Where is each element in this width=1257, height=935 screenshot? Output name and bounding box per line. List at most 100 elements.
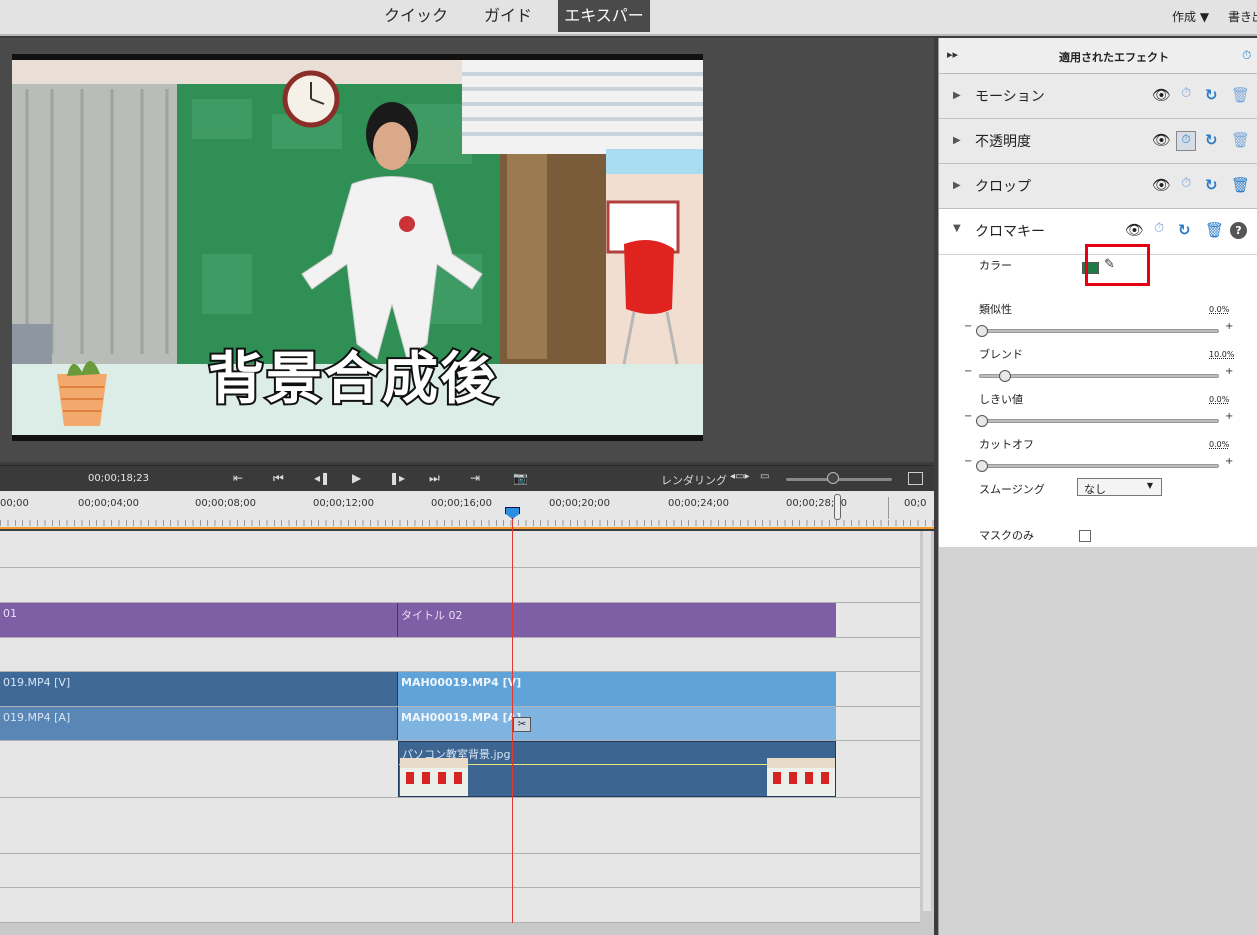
visibility-eye-icon[interactable]: 👁 bbox=[1152, 131, 1171, 149]
effect-name: クロップ bbox=[975, 179, 1031, 195]
trash-icon[interactable]: 🗑 bbox=[1231, 86, 1250, 104]
step-forward-icon[interactable]: ❚▸ bbox=[389, 471, 405, 485]
stopwatch-icon[interactable]: ⏱ bbox=[1154, 221, 1164, 236]
mask-only-label: マスクのみ bbox=[979, 529, 1034, 542]
expand-triangle-icon[interactable]: ▶ bbox=[953, 135, 961, 146]
effect-row-crop[interactable]: ▶ クロップ 👁 ⏱ ↻ 🗑 bbox=[939, 164, 1257, 209]
collapse-panel-icon[interactable]: ▸▸ bbox=[947, 48, 958, 61]
video-clip-left[interactable]: 019.MP4 [V] bbox=[0, 672, 398, 706]
similarity-slider-knob[interactable] bbox=[976, 325, 988, 337]
smoothing-dropdown[interactable]: なし ▼ bbox=[1077, 478, 1162, 496]
track-image[interactable]: パソコン教室背景.jpg bbox=[0, 741, 920, 798]
mode-tab-expert[interactable]: エキスパート bbox=[558, 0, 650, 57]
set-in-point-icon[interactable]: ⇤ bbox=[233, 471, 243, 485]
title-clip-02[interactable]: タイトル 02 bbox=[398, 603, 836, 637]
keyframe-toggle-icon[interactable]: ⏱ bbox=[1242, 48, 1251, 63]
zoom-in-icon[interactable] bbox=[908, 472, 923, 485]
reset-icon[interactable]: ↻ bbox=[1178, 221, 1191, 239]
smoothing-selected-value: なし bbox=[1084, 483, 1106, 496]
similarity-slider[interactable] bbox=[979, 329, 1219, 333]
transport-bar: 00;00;18;23 ⇤ ⏮ ◂❚ ▶ ❚▸ ⏭ ⇥ 📷 レンダリング ◂▭▸… bbox=[0, 465, 934, 491]
track-empty-3[interactable] bbox=[0, 638, 920, 672]
title-clip-01[interactable]: 01 bbox=[0, 603, 398, 637]
scrollbar-thumb[interactable] bbox=[923, 531, 931, 911]
reset-icon[interactable]: ↻ bbox=[1205, 131, 1218, 149]
video-preview-frame[interactable]: 背景合成後 bbox=[12, 54, 703, 441]
expand-triangle-icon[interactable]: ▶ bbox=[953, 180, 961, 191]
scissors-icon[interactable]: ✂ bbox=[513, 717, 531, 732]
step-back-icon[interactable]: ◂❚ bbox=[314, 471, 330, 485]
help-icon[interactable]: ? bbox=[1230, 222, 1247, 239]
create-menu[interactable]: 作成 ▼ bbox=[1172, 8, 1209, 25]
timeline-ruler[interactable]: 00;00 00;00;04;00 00;00;08;00 00;00;12;0… bbox=[0, 491, 934, 529]
similarity-value[interactable]: 0.0% bbox=[1209, 305, 1229, 314]
expand-triangle-icon[interactable]: ▶ bbox=[953, 90, 961, 101]
go-to-start-icon[interactable]: ⏮ bbox=[273, 471, 284, 486]
video-clip-selected[interactable]: MAH00019.MP4 [V] bbox=[398, 672, 836, 706]
track-empty-2[interactable] bbox=[0, 568, 920, 603]
minus-icon[interactable]: − bbox=[964, 321, 972, 332]
work-area-end-marker[interactable] bbox=[834, 494, 841, 520]
stopwatch-icon[interactable]: ⏱ bbox=[1181, 86, 1191, 101]
mask-only-checkbox[interactable] bbox=[1079, 530, 1091, 542]
fit-timeline-icon[interactable]: ◂▭▸ bbox=[730, 471, 750, 482]
track-audio[interactable]: 019.MP4 [A] MAH00019.MP4 [A] ✂ bbox=[0, 707, 920, 741]
plus-icon[interactable]: + bbox=[1225, 366, 1233, 377]
mode-tab-quick[interactable]: クイック bbox=[383, 0, 449, 32]
stopwatch-icon[interactable]: ⏱ bbox=[1176, 131, 1196, 151]
track-video[interactable]: 019.MP4 [V] MAH00019.MP4 [V] bbox=[0, 672, 920, 707]
plus-icon[interactable]: + bbox=[1225, 321, 1233, 332]
chroma-key-properties: カラー ✎ 類似性 0.0% − + ブレンド 10.0% − + しきい値 0… bbox=[939, 255, 1257, 547]
minus-icon[interactable]: − bbox=[964, 456, 972, 467]
collapse-triangle-icon[interactable]: ▼ bbox=[953, 223, 961, 234]
effect-row-motion[interactable]: ▶ モーション 👁 ⏱ ↻ 🗑 bbox=[939, 74, 1257, 119]
trash-icon[interactable]: 🗑 bbox=[1231, 131, 1250, 149]
go-to-end-icon[interactable]: ⏭ bbox=[429, 471, 440, 486]
track-title[interactable]: 01 タイトル 02 bbox=[0, 603, 920, 638]
playhead-line bbox=[512, 509, 513, 923]
track-empty-1[interactable] bbox=[0, 531, 920, 568]
visibility-eye-icon[interactable]: 👁 bbox=[1152, 176, 1171, 194]
snapshot-camera-icon[interactable]: 📷 bbox=[513, 471, 528, 485]
trash-icon[interactable]: 🗑 bbox=[1205, 221, 1224, 239]
reset-icon[interactable]: ↻ bbox=[1205, 176, 1218, 194]
timeline-vertical-scrollbar[interactable] bbox=[920, 531, 934, 923]
timeline-zoom-knob[interactable] bbox=[827, 472, 839, 484]
track-empty-6[interactable] bbox=[0, 888, 920, 923]
timeline-horizontal-scrollbar[interactable] bbox=[0, 923, 934, 935]
track-empty-5[interactable] bbox=[0, 854, 920, 888]
reset-icon[interactable]: ↻ bbox=[1205, 86, 1218, 104]
threshold-slider-knob[interactable] bbox=[976, 415, 988, 427]
export-menu[interactable]: 書き出 bbox=[1228, 8, 1257, 25]
cutoff-slider[interactable] bbox=[979, 464, 1219, 468]
blend-value[interactable]: 10.0% bbox=[1209, 350, 1234, 359]
minus-icon[interactable]: − bbox=[964, 366, 972, 377]
eyedropper-highlight-box bbox=[1085, 244, 1150, 286]
trash-icon[interactable]: 🗑 bbox=[1231, 176, 1250, 194]
blend-slider-knob[interactable] bbox=[999, 370, 1011, 382]
audio-clip-left[interactable]: 019.MP4 [A] bbox=[0, 707, 398, 740]
effect-name: モーション bbox=[975, 89, 1045, 105]
cutoff-value[interactable]: 0.0% bbox=[1209, 440, 1229, 449]
set-out-point-icon[interactable]: ⇥ bbox=[470, 471, 480, 485]
effect-row-opacity[interactable]: ▶ 不透明度 👁 ⏱ ↻ 🗑 bbox=[939, 119, 1257, 164]
minus-icon[interactable]: − bbox=[964, 411, 972, 422]
cutoff-slider-knob[interactable] bbox=[976, 460, 988, 472]
audio-clip-selected[interactable]: MAH00019.MP4 [A] bbox=[398, 707, 836, 740]
threshold-slider[interactable] bbox=[979, 419, 1219, 423]
stopwatch-icon[interactable]: ⏱ bbox=[1181, 176, 1191, 191]
zoom-out-icon[interactable]: ▭ bbox=[760, 471, 769, 482]
blend-slider[interactable] bbox=[979, 374, 1219, 378]
visibility-eye-icon[interactable]: 👁 bbox=[1125, 221, 1144, 239]
plus-icon[interactable]: + bbox=[1225, 456, 1233, 467]
applied-effects-panel: ▸▸ 適用されたエフェクト ⏱ ▶ モーション 👁 ⏱ ↻ 🗑 ▶ 不透明度 👁… bbox=[938, 38, 1257, 935]
track-empty-4[interactable] bbox=[0, 798, 920, 854]
render-button[interactable]: レンダリング bbox=[661, 472, 727, 488]
mode-tab-guided[interactable]: ガイド bbox=[476, 0, 540, 32]
play-icon[interactable]: ▶ bbox=[352, 471, 361, 485]
plus-icon[interactable]: + bbox=[1225, 411, 1233, 422]
threshold-value[interactable]: 0.0% bbox=[1209, 395, 1229, 404]
timeline-zoom-slider[interactable] bbox=[786, 478, 892, 481]
ruler-ticks bbox=[0, 520, 934, 526]
visibility-eye-icon[interactable]: 👁 bbox=[1152, 86, 1171, 104]
